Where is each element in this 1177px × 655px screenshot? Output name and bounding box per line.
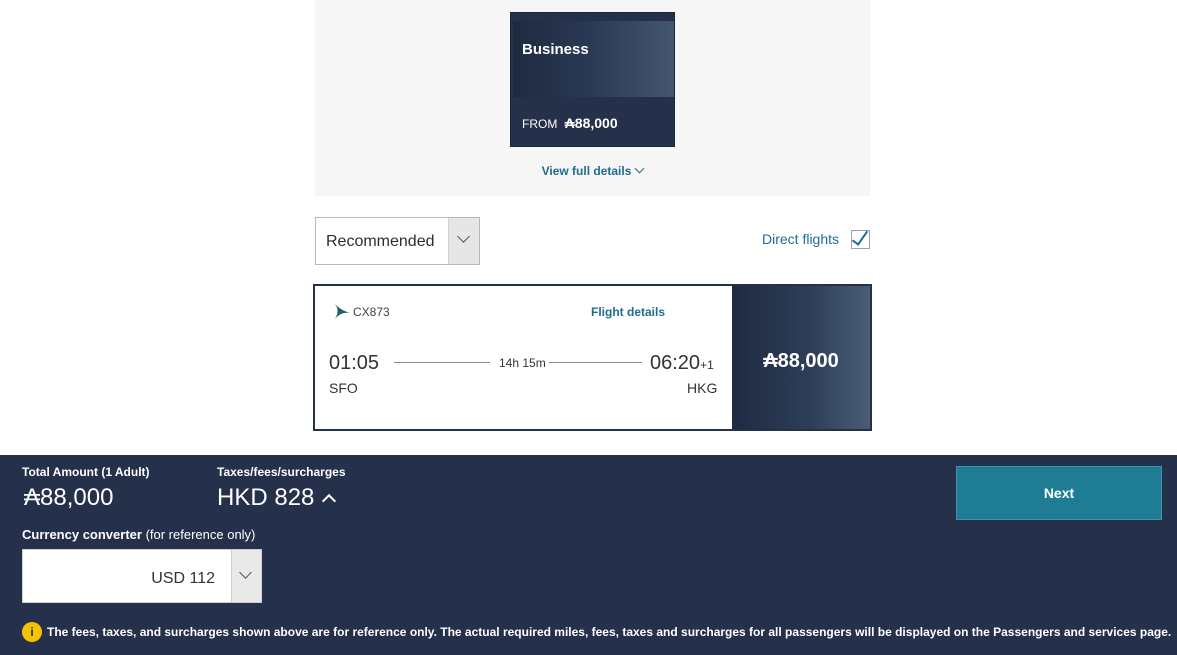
flight-number: CX873 — [353, 305, 390, 319]
arrival-airport: HKG — [687, 380, 718, 396]
booking-summary-bar: Total Amount (1 Adult) ₳88,000 Taxes/fee… — [0, 455, 1177, 655]
arrival-time: 06:20 — [650, 352, 701, 374]
arrival-day-offset: +1 — [700, 358, 714, 372]
flight-price-panel[interactable]: ₳88,000 — [732, 286, 870, 429]
cabin-panel: Business FROM ₳88,000 View full details — [315, 0, 870, 196]
total-amount-label: Total Amount (1 Adult) — [22, 465, 150, 479]
flight-details-link[interactable]: Flight details — [591, 305, 665, 319]
direct-flights-label[interactable]: Direct flights — [762, 231, 839, 247]
view-full-details-link[interactable]: View full details — [315, 163, 870, 178]
taxes-value: HKD 828 — [217, 484, 315, 511]
checkmark-icon — [851, 227, 869, 246]
chevron-down-icon — [457, 230, 470, 243]
flight-duration: 14h 15m — [499, 356, 546, 370]
view-full-details-label: View full details — [541, 164, 632, 178]
currency-converter-dropdown[interactable]: USD 112 — [22, 549, 262, 603]
departure-time: 01:05 — [329, 352, 380, 374]
flight-result-card[interactable]: CX873 Flight details 01:05 SFO 14h 15m 0… — [313, 284, 872, 431]
chevron-up-icon — [322, 493, 337, 509]
sort-dropdown-toggle[interactable] — [448, 218, 479, 264]
cabin-from-label: FROM — [522, 117, 558, 131]
cabin-from-row: FROM ₳88,000 — [522, 115, 618, 131]
cabin-name: Business — [522, 41, 589, 58]
currency-dropdown-toggle[interactable] — [231, 550, 261, 602]
total-amount-value: ₳88,000 — [24, 484, 114, 511]
currency-converter-value: USD 112 — [151, 570, 215, 587]
currency-converter-title: Currency converter — [22, 527, 142, 542]
sort-dropdown[interactable]: Recommended — [315, 217, 480, 265]
taxes-label: Taxes/fees/surcharges — [217, 465, 346, 479]
route-line — [394, 362, 490, 363]
route-line — [549, 362, 642, 363]
currency-converter-label: Currency converter (for reference only) — [22, 527, 255, 542]
arrival-time-row: 06:20+1 — [650, 352, 714, 375]
chevron-down-icon — [239, 566, 252, 579]
taxes-toggle[interactable]: HKD 828 — [217, 484, 337, 512]
cabin-card-gradient — [513, 21, 674, 97]
chevron-down-icon — [634, 163, 645, 174]
info-icon: i — [22, 622, 42, 642]
cabin-card-business[interactable]: Business FROM ₳88,000 — [510, 12, 675, 147]
departure-airport: SFO — [329, 380, 358, 396]
sort-selected-value: Recommended — [326, 233, 435, 250]
direct-flights-checkbox[interactable] — [851, 227, 870, 249]
currency-converter-note: (for reference only) — [141, 527, 256, 542]
next-button[interactable]: Next — [956, 466, 1162, 520]
fees-disclaimer: The fees, taxes, and surcharges shown ab… — [47, 625, 1172, 639]
cathay-pacific-logo-icon — [333, 302, 350, 319]
cabin-price: ₳88,000 — [564, 115, 618, 131]
flight-price: ₳88,000 — [763, 350, 839, 372]
